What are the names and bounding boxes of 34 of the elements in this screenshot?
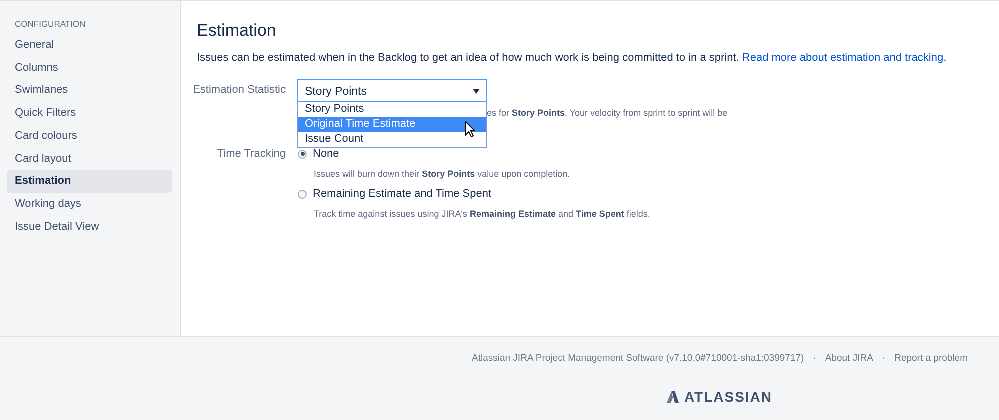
sidebar-item[interactable]: Issue Detail View: [7, 216, 172, 238]
dropdown-option[interactable]: Issue Count: [298, 132, 486, 147]
sidebar-item[interactable]: General: [7, 34, 172, 57]
caret-icon: [473, 89, 480, 94]
sidebar-item[interactable]: Swimlanes: [7, 79, 172, 102]
separator: ·: [882, 353, 886, 364]
estimation-select[interactable]: Story Points: [297, 79, 487, 102]
sidebar-item[interactable]: Working days: [7, 192, 172, 216]
logo-wordmark: ATLASSIAN: [684, 389, 773, 405]
option-hint: Track time against issues using JIRA's Remaining Estimate and Time Spent fields.: [314, 209, 650, 219]
sidebar-item[interactable]: Estimation: [7, 170, 172, 193]
read-more-link[interactable]: Read more about estimation and tracking.: [742, 52, 947, 64]
logo-icon: [667, 391, 680, 403]
radio-label[interactable]: Remaining Estimate and Time Spent: [313, 188, 492, 200]
dropdown-option[interactable]: Story Points: [298, 102, 486, 117]
option-hint: Issues will burn down their Story Points value upon completion.: [314, 169, 572, 179]
sidebar-item[interactable]: Card colours: [7, 124, 172, 148]
sidebar-item[interactable]: Quick Filters: [7, 102, 172, 125]
sidebar-item[interactable]: Card layout: [7, 148, 172, 170]
field-hint: es for Story Points. Your velocity from sprint to sprint will be: [487, 108, 728, 118]
sidebar-heading: CONFIGURATION: [14, 19, 87, 29]
page-title: Estimation: [197, 21, 276, 41]
sidebar-item[interactable]: Columns: [7, 56, 172, 80]
description: Issues can be estimated when in the Backlog to get an idea of how much work is being committed to in a sprint. Read more about estimation and tracking.: [197, 51, 948, 65]
radio-label[interactable]: None: [313, 148, 340, 160]
separator: ·: [813, 353, 816, 364]
radio-button[interactable]: [298, 150, 307, 158]
mouse-pointer-icon: [465, 121, 477, 138]
field-label: Time Tracking: [217, 148, 286, 162]
footer-link[interactable]: Report a problem: [894, 353, 968, 364]
field-label: Estimation Statistic: [193, 83, 286, 98]
footer-text: Atlassian JIRA Project Management Software (v7.10.0#710001-sha1:0399717): [472, 353, 804, 364]
radio-button[interactable]: [298, 190, 307, 198]
footer-link[interactable]: About JIRA: [825, 353, 874, 364]
